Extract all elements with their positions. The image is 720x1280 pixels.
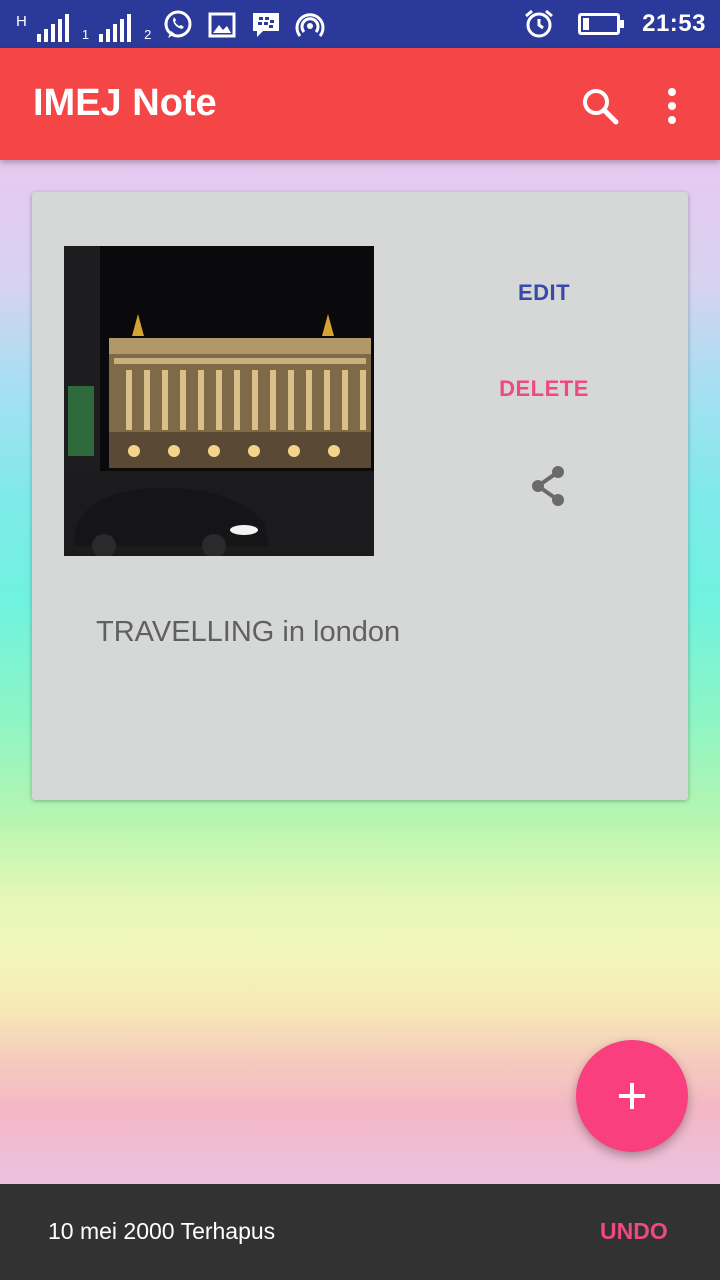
signal-sim2-icon — [99, 14, 132, 42]
search-button[interactable] — [578, 84, 622, 128]
note-card[interactable]: EDIT DELETE TRAVELLING in london — [32, 192, 688, 800]
alarm-icon — [522, 7, 556, 41]
signal-sim1-icon — [36, 14, 69, 42]
delete-button[interactable]: DELETE — [484, 376, 604, 402]
add-note-button[interactable] — [576, 1040, 688, 1152]
app-bar: IMEJ Note — [0, 48, 720, 160]
app-title: IMEJ Note — [33, 82, 217, 124]
bbm-icon — [249, 8, 283, 42]
snackbar: 10 mei 2000 Terhapus UNDO — [0, 1184, 720, 1280]
sim2-label: 2 — [144, 27, 152, 42]
note-text: TRAVELLING in london — [96, 616, 401, 648]
whatsapp-icon — [161, 8, 195, 42]
hotspot-icon — [293, 8, 327, 42]
more-vert-icon — [668, 88, 676, 124]
snackbar-message: 10 mei 2000 Terhapus — [48, 1218, 276, 1244]
status-icons-left: H 1 2 — [16, 8, 327, 42]
sim1-label: 1 — [81, 27, 90, 42]
edit-button[interactable]: EDIT — [484, 280, 604, 306]
plus-icon — [619, 1083, 645, 1109]
undo-button[interactable]: UNDO — [600, 1218, 668, 1245]
search-icon — [583, 89, 619, 125]
gallery-icon — [205, 8, 239, 42]
battery-icon — [578, 13, 625, 35]
share-button[interactable] — [526, 464, 570, 508]
overflow-menu-button[interactable] — [652, 84, 692, 128]
status-time: 21:53 — [642, 10, 706, 37]
network-type-label: H — [16, 13, 27, 30]
status-icons-right: 21:53 — [522, 0, 706, 48]
status-bar: H 1 2 21:53 — [0, 0, 720, 48]
share-icon — [532, 466, 564, 506]
note-photo — [64, 246, 374, 556]
